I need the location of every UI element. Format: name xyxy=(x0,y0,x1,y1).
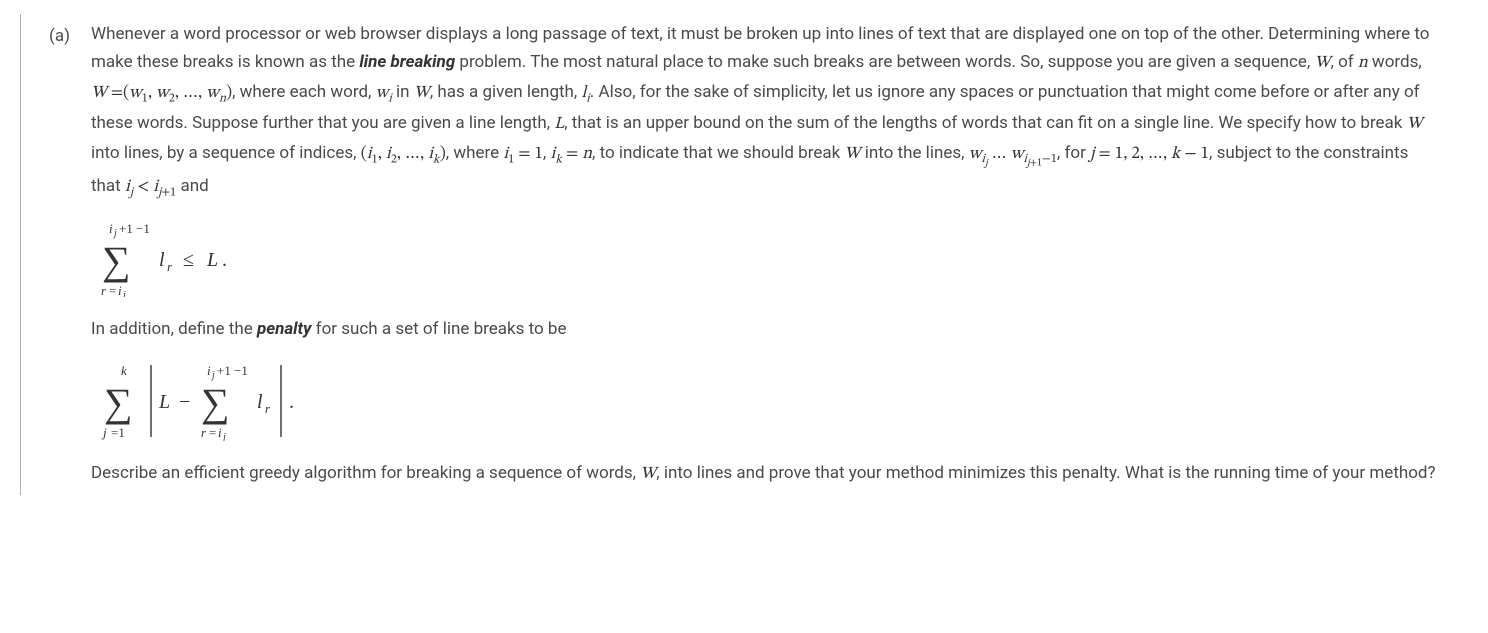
term-line-breaking: line breaking xyxy=(359,52,455,72)
paragraph-3: Describe an efficient greedy algorithm f… xyxy=(91,459,1436,489)
svg-text:r: r xyxy=(201,425,207,440)
text: problem. The most natural place to make … xyxy=(455,52,1314,72)
text: into the lines, xyxy=(860,143,968,163)
svg-text:L: L xyxy=(206,249,218,271)
math-i1: i1 = 1 xyxy=(503,146,543,163)
svg-text:r: r xyxy=(101,283,107,297)
math-line-words: wij … wij+1−1 xyxy=(969,146,1057,163)
svg-text:=: = xyxy=(109,283,116,297)
math-L: L xyxy=(554,116,564,133)
svg-text:j: j xyxy=(121,290,126,297)
math-W: W xyxy=(640,466,656,483)
svg-text:+1: +1 xyxy=(217,363,231,378)
svg-text:r: r xyxy=(167,259,173,274)
math-W: W xyxy=(414,85,430,102)
svg-text:=: = xyxy=(209,425,216,440)
text: In addition, define the xyxy=(91,319,257,339)
text: for such a set of line breaks to be xyxy=(311,319,566,339)
svg-text:−1: −1 xyxy=(234,363,248,378)
text: words, xyxy=(1368,52,1422,72)
svg-text:=1: =1 xyxy=(111,425,125,440)
math-ik: ik = n xyxy=(550,146,592,163)
problem-block: (a) Whenever a word processor or web bro… xyxy=(20,14,1468,495)
math-W: W xyxy=(844,146,860,163)
svg-text:+1: +1 xyxy=(119,221,133,236)
svg-text:j: j xyxy=(221,432,226,441)
svg-text:r: r xyxy=(265,401,271,416)
problem-content: Whenever a word processor or web browser… xyxy=(91,20,1436,489)
text: in xyxy=(392,82,414,102)
svg-text:−1: −1 xyxy=(136,221,150,236)
term-penalty: penalty xyxy=(257,319,312,339)
math-W: W xyxy=(1407,116,1423,133)
text: , into lines and prove that your method … xyxy=(656,463,1435,483)
svg-text:∑: ∑ xyxy=(102,238,131,283)
math-li: li xyxy=(581,85,589,102)
text: , for xyxy=(1057,143,1090,163)
math-n: n xyxy=(1358,55,1368,72)
svg-text:j: j xyxy=(101,425,107,440)
svg-text:∑: ∑ xyxy=(104,380,133,425)
svg-text:−: − xyxy=(179,391,190,413)
svg-text:.: . xyxy=(222,249,227,271)
svg-text:i: i xyxy=(207,363,211,378)
formula-sum-constraint: i j +1 −1 ∑ r = i j l r ≤ L . xyxy=(99,219,1436,297)
text: , to indicate that we should break xyxy=(592,143,844,163)
math-Wdef: W =(w1, w2, …, wn) xyxy=(91,85,232,102)
svg-text:≤: ≤ xyxy=(183,249,194,271)
svg-text:i: i xyxy=(118,283,122,297)
paragraph-1: Whenever a word processor or web browser… xyxy=(91,20,1436,203)
math-jrange: j = 1, 2, …, k − 1 xyxy=(1090,146,1209,163)
math-indices: (i1, i2, …, ik) xyxy=(361,146,446,163)
text: , where xyxy=(446,143,504,163)
text: , that is an upper bound on the sum of t… xyxy=(564,113,1406,133)
math-W: W xyxy=(1314,55,1330,72)
text: , of xyxy=(1331,52,1358,72)
svg-text:l: l xyxy=(159,249,165,271)
svg-text:k: k xyxy=(121,363,127,378)
svg-text:i: i xyxy=(109,221,113,236)
text: , has a given length, xyxy=(430,82,582,102)
problem-label: (a) xyxy=(21,20,91,489)
paragraph-2: In addition, define the penalty for such… xyxy=(91,315,1436,343)
svg-text:∑: ∑ xyxy=(201,380,230,425)
text: and xyxy=(176,176,208,196)
math-wi: wi xyxy=(376,85,392,102)
math-constraint: ij < ij+1 xyxy=(125,179,176,196)
svg-text:l: l xyxy=(257,391,263,413)
svg-text:L: L xyxy=(158,391,170,413)
text: into lines, by a sequence of indices, xyxy=(91,143,361,163)
formula-penalty: k ∑ j =1 L − i j +1 −1 ∑ r = i j l xyxy=(99,359,1436,441)
svg-text:i: i xyxy=(218,425,222,440)
text: , where each word, xyxy=(232,82,376,102)
text: Describe an efficient greedy algorithm f… xyxy=(91,463,640,483)
svg-text:.: . xyxy=(289,391,294,413)
